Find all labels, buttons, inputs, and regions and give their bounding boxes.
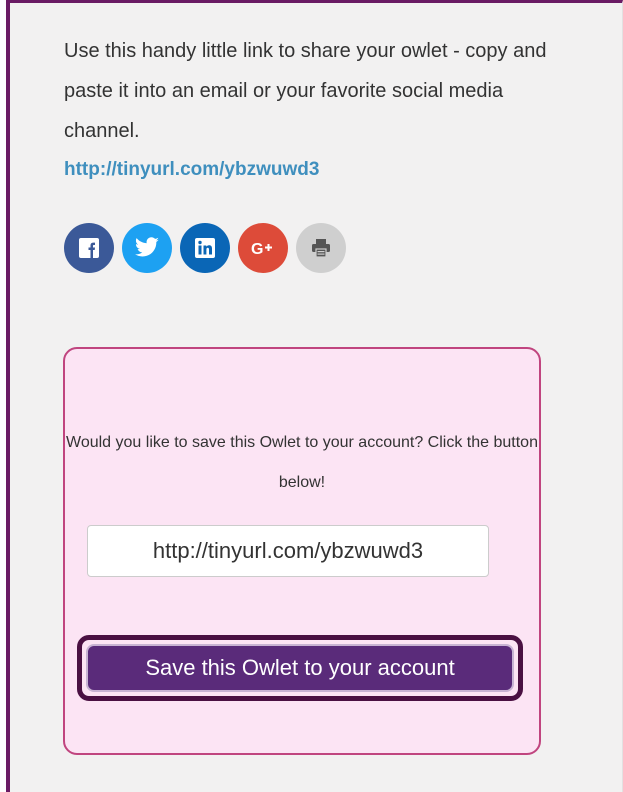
google-plus-icon: G [251,241,272,257]
share-link[interactable]: http://tinyurl.com/ybzwuwd3 [64,159,319,181]
svg-text:G: G [251,241,263,257]
save-owlet-button[interactable]: Save this Owlet to your account [86,644,514,692]
facebook-icon [79,238,99,258]
share-panel: Use this handy little link to share your… [6,0,623,792]
owlet-url-field[interactable] [87,525,489,577]
twitter-share-button[interactable] [122,223,172,273]
twitter-icon [134,237,159,257]
save-owlet-box: Would you like to save this Owlet to you… [63,347,541,755]
facebook-share-button[interactable] [64,223,114,273]
share-intro-text: Use this handy little link to share your… [64,40,547,142]
print-icon [312,239,330,258]
google-plus-share-button[interactable]: G [238,223,288,273]
print-button[interactable] [296,223,346,273]
save-prompt-text: Would you like to save this Owlet to you… [66,434,538,491]
save-button-highlight: Save this Owlet to your account [77,635,523,701]
linkedin-icon [195,238,215,258]
linkedin-share-button[interactable] [180,223,230,273]
